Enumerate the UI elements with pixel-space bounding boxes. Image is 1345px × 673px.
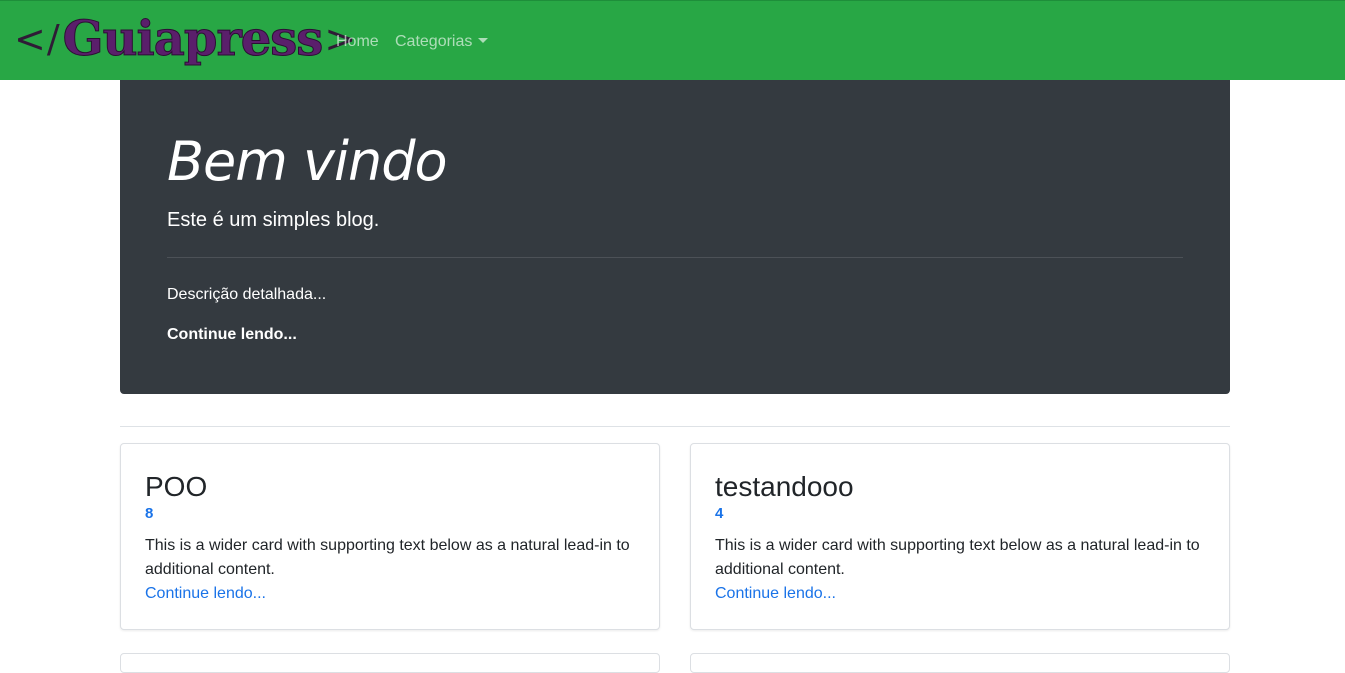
article-read-more-link[interactable]: Continue lendo... bbox=[715, 582, 836, 606]
article-text: This is a wider card with supporting tex… bbox=[715, 537, 1200, 578]
article-card-partial bbox=[690, 653, 1230, 673]
section-divider bbox=[120, 426, 1230, 427]
jumbotron: Bem vindo Este é um simples blog. Descri… bbox=[120, 80, 1230, 394]
nav-dropdown-categorias[interactable]: Categorias bbox=[395, 32, 489, 52]
article-card: POO 8 This is a wider card with supporti… bbox=[120, 443, 660, 630]
jumbotron-read-more-link[interactable]: Continue lendo... bbox=[167, 325, 297, 345]
article-card: testandooo 4 This is a wider card with s… bbox=[690, 443, 1230, 630]
article-card-partial bbox=[120, 653, 660, 673]
nav-dropdown-label: Categorias bbox=[395, 33, 473, 50]
article-read-more-link[interactable]: Continue lendo... bbox=[145, 582, 266, 606]
brand-name: Guiapress bbox=[62, 11, 324, 67]
article-count: 4 bbox=[715, 505, 724, 522]
nav-link-home[interactable]: Home bbox=[336, 32, 379, 52]
brand-open-bracket: </ bbox=[14, 17, 61, 61]
jumbotron-description: Descrição detalhada... bbox=[167, 286, 327, 303]
article-count: 8 bbox=[145, 505, 154, 522]
article-title: POO bbox=[145, 471, 208, 502]
navbar: </ Guiapress > Home Categorias bbox=[0, 0, 1345, 80]
article-text: This is a wider card with supporting tex… bbox=[145, 537, 630, 578]
brand-logo[interactable]: </ Guiapress > bbox=[14, 7, 357, 71]
jumbotron-lead: Este é um simples blog. bbox=[167, 209, 380, 231]
jumbotron-divider bbox=[167, 257, 1183, 258]
article-title: testandooo bbox=[715, 471, 854, 502]
jumbotron-title: Bem vindo bbox=[167, 130, 448, 193]
caret-down-icon bbox=[478, 38, 489, 43]
